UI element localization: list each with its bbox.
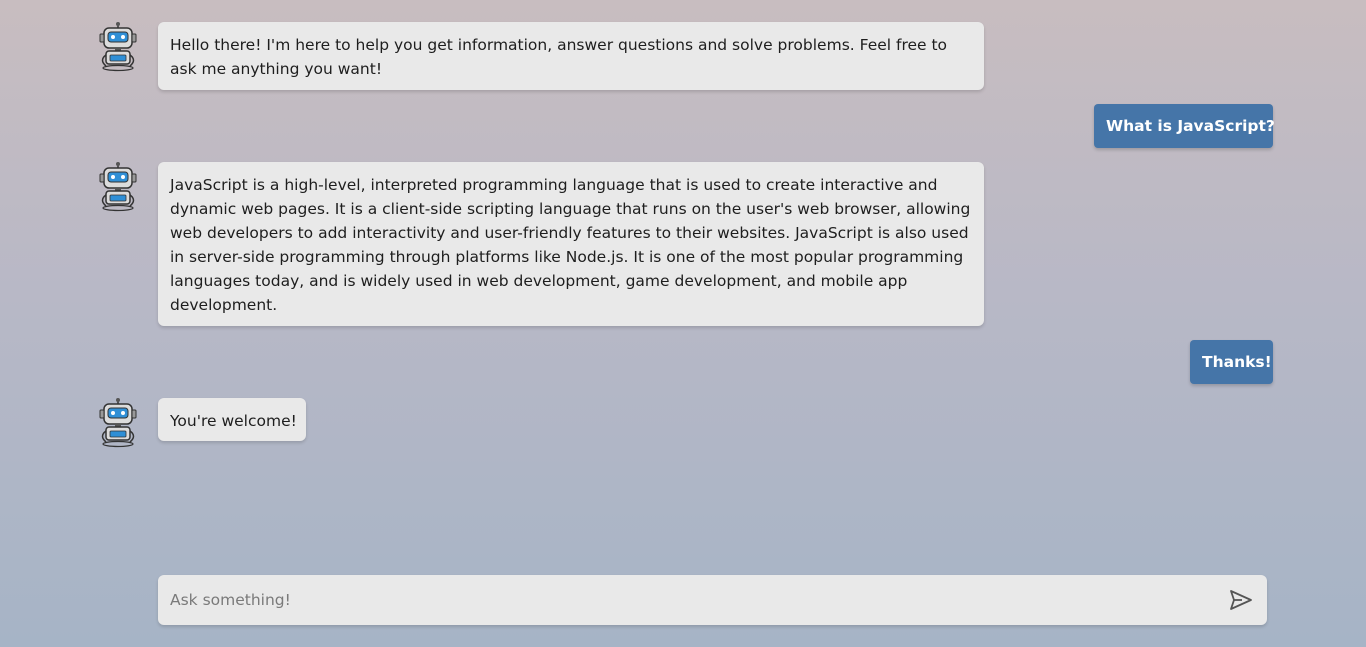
user-message: Thanks!: [1190, 340, 1273, 384]
bot-message-text: Hello there! I'm here to help you get in…: [158, 22, 984, 90]
user-message: What is JavaScript?: [1094, 104, 1275, 148]
robot-icon: [98, 162, 138, 212]
chat-input[interactable]: [170, 575, 1210, 625]
bot-message-text: JavaScript is a high-level, interpreted …: [158, 162, 984, 326]
bot-message-text: You're welcome!: [158, 398, 306, 441]
chat-input-bar: [158, 575, 1267, 625]
send-icon[interactable]: [1229, 589, 1253, 611]
robot-icon: [98, 22, 138, 72]
robot-icon: [98, 398, 138, 448]
